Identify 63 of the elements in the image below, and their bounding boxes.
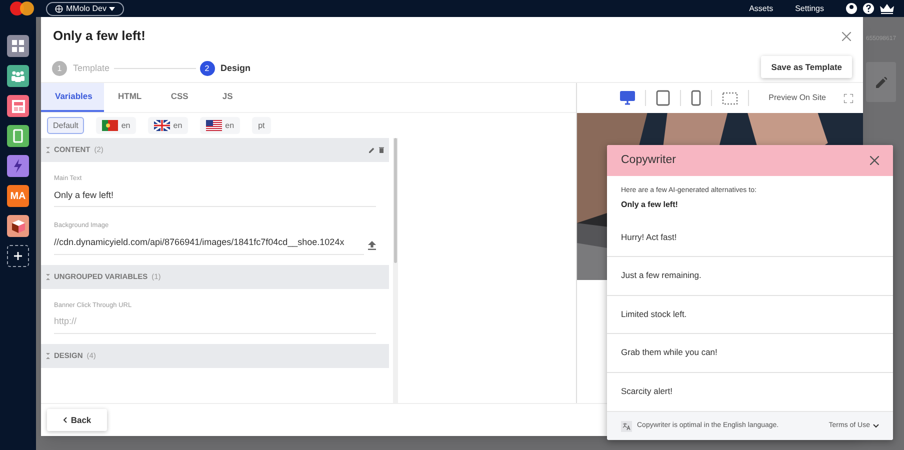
step-label: Design xyxy=(220,62,251,75)
people-app-icon[interactable] xyxy=(7,65,29,87)
alternative-option[interactable]: Just a few remaining. xyxy=(607,257,893,296)
save-as-template-button[interactable]: Save as Template xyxy=(761,56,852,78)
copywriter-title: Copywriter xyxy=(621,152,676,168)
fullscreen-icon[interactable] xyxy=(844,94,853,102)
step-number: 1 xyxy=(52,61,67,76)
language-chip[interactable]: en xyxy=(148,117,188,134)
nav-link[interactable]: Assets xyxy=(749,2,774,14)
close-icon[interactable] xyxy=(870,156,879,165)
preview-on-site-link[interactable]: Preview On Site xyxy=(768,92,826,104)
step-number: 2 xyxy=(200,61,215,76)
add-app-icon[interactable] xyxy=(7,245,29,267)
input-field[interactable]: Only a few left! xyxy=(54,188,376,208)
flag-icon xyxy=(206,120,222,131)
desktop-icon[interactable] xyxy=(620,91,635,105)
pencil-icon[interactable] xyxy=(369,147,375,153)
dashboard-app-icon[interactable] xyxy=(7,35,29,57)
alternative-option[interactable]: Limited stock left. xyxy=(607,296,893,334)
collapse-icon xyxy=(46,274,50,280)
tablet-icon[interactable] xyxy=(656,90,670,106)
dialog-title: Only a few left! xyxy=(53,27,146,46)
help-icon[interactable] xyxy=(863,3,874,14)
logo-icon xyxy=(8,1,36,16)
language-chip[interactable]: en xyxy=(200,117,240,134)
collapse-icon xyxy=(46,147,50,153)
mobile-icon[interactable] xyxy=(690,90,701,106)
tab[interactable]: Variables xyxy=(41,83,104,112)
back-button[interactable]: Back xyxy=(47,409,107,431)
alternative-option[interactable]: Hurry! Act fast! xyxy=(607,218,893,257)
crown-icon[interactable] xyxy=(880,4,894,14)
custom-size-icon[interactable] xyxy=(722,92,738,104)
alternative-option[interactable]: Grab them while you can! xyxy=(607,334,893,372)
globe-icon xyxy=(55,4,63,12)
user-icon[interactable] xyxy=(846,3,857,14)
tab[interactable]: HTML xyxy=(104,83,156,112)
close-icon[interactable] xyxy=(842,32,851,40)
input-field[interactable]: //cdn.dynamicyield.com/api/8766941/images/1841fc7f04cd__shoe.1024x xyxy=(54,236,364,254)
trash-icon[interactable] xyxy=(379,147,384,153)
language-chip[interactable]: en xyxy=(96,117,136,134)
upload-icon[interactable] xyxy=(368,240,376,250)
bolt-app-icon[interactable] xyxy=(7,155,29,177)
phone-app-icon[interactable] xyxy=(7,125,29,147)
nav-link[interactable]: Settings xyxy=(795,2,824,14)
alternative-option[interactable]: Scarcity alert! xyxy=(607,372,893,411)
flag-icon xyxy=(154,120,170,131)
translate-icon xyxy=(621,420,632,432)
language-chip[interactable]: Default xyxy=(47,117,84,134)
chevron-down-icon xyxy=(873,424,879,428)
cube-app-icon[interactable] xyxy=(7,215,29,237)
step-label: Template xyxy=(73,62,110,75)
flag-icon xyxy=(102,120,118,131)
original-text: Only a few left! xyxy=(621,198,679,210)
workspace-selector[interactable]: MMolo Dev xyxy=(46,2,124,16)
language-chip[interactable]: pt xyxy=(252,117,271,134)
chevron-left-icon xyxy=(62,417,67,423)
tab[interactable]: JS xyxy=(204,83,252,112)
scrollbar[interactable] xyxy=(393,138,398,403)
layout-app-icon[interactable] xyxy=(7,95,29,117)
tab[interactable]: CSS xyxy=(156,83,204,112)
collapse-icon xyxy=(46,352,50,359)
caret-icon xyxy=(109,6,116,10)
pencil-icon xyxy=(876,76,886,88)
